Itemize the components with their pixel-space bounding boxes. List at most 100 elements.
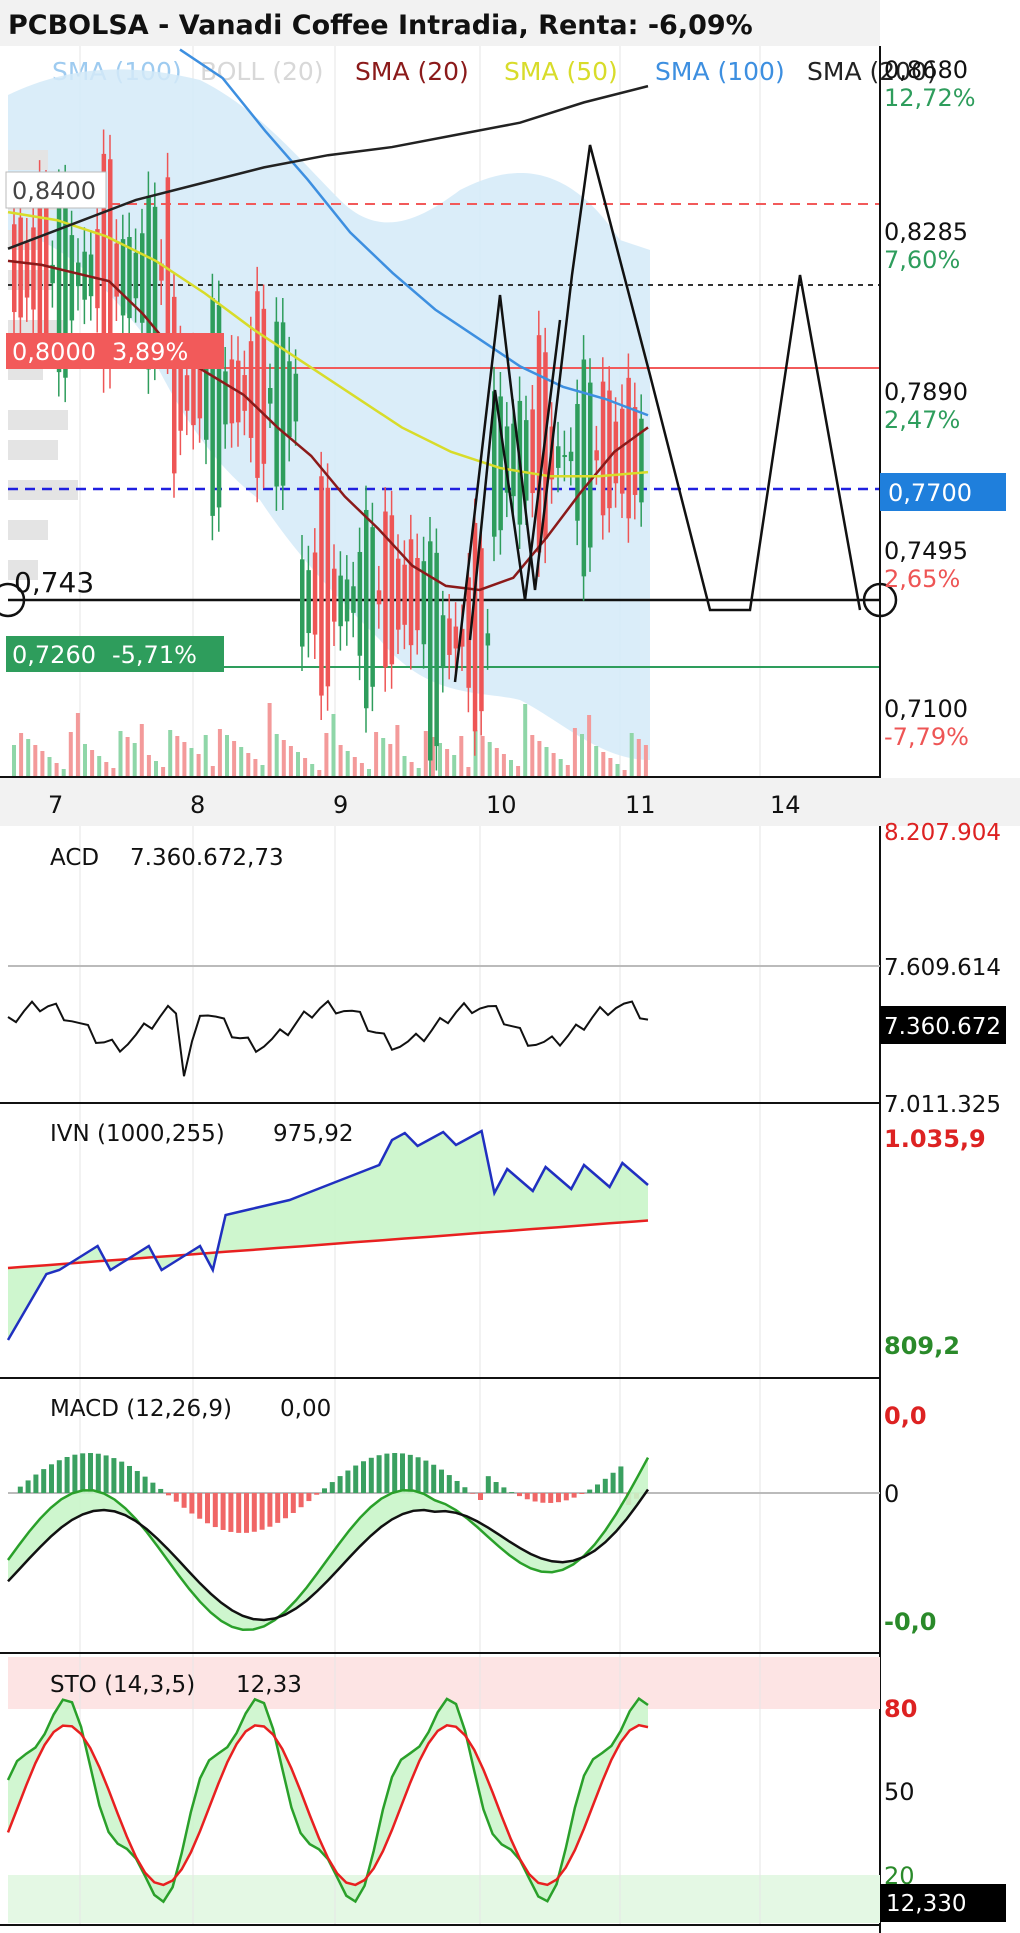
time-axis: 7 8 9 10 11 14	[0, 778, 1020, 826]
volume-bar	[40, 751, 45, 776]
volume-bar	[47, 757, 52, 776]
price-panel[interactable]	[0, 46, 898, 1933]
volume-bar	[260, 765, 265, 776]
volume-bar	[580, 734, 584, 776]
legend-item: BOLL (20)	[200, 57, 324, 86]
volume-bar	[104, 762, 109, 776]
volume-bar	[196, 754, 201, 776]
macd-histogram-bar	[158, 1488, 164, 1493]
volume-bar	[409, 762, 414, 776]
volume-bar	[296, 752, 300, 776]
volume-bar	[374, 732, 379, 776]
macd-histogram-bar	[166, 1493, 171, 1496]
acd-axis-bottom: 7.011.325	[884, 1092, 1001, 1118]
stock-chart[interactable]: PCBOLSA - Vanadi Coffee Intradia, Renta:…	[0, 0, 1020, 1933]
volume-bar	[509, 760, 513, 776]
volume-bar	[253, 759, 258, 776]
volume-bar	[225, 735, 229, 776]
candle-body	[18, 217, 23, 318]
price-axis-value: 0,8680	[884, 56, 968, 84]
volume-bar	[629, 733, 634, 776]
current-price: 0,7700	[888, 479, 972, 507]
candle-body	[69, 235, 75, 321]
volume-bar	[97, 756, 102, 776]
macd-histogram-bar	[119, 1461, 125, 1493]
ivn-fill	[8, 1131, 648, 1340]
volume-bar	[83, 744, 87, 776]
macd-histogram-bar	[407, 1454, 413, 1493]
volume-bar	[438, 743, 442, 776]
candle-body	[184, 375, 190, 411]
macd-label: MACD (12,26,9)	[50, 1396, 232, 1422]
candle-body	[536, 335, 542, 553]
acd-value: 7.360.672,73	[130, 845, 284, 871]
volume-bar	[572, 728, 577, 776]
macd-histogram-bar	[595, 1484, 600, 1493]
time-axis-label: 10	[486, 791, 517, 819]
price-axis-pct: 2,47%	[884, 406, 960, 434]
volume-bar	[61, 769, 66, 776]
macd-histogram-bar	[392, 1453, 398, 1493]
price-axis-value: 0,7100	[884, 695, 968, 723]
macd-histogram-bar	[524, 1493, 530, 1500]
volume-bar	[565, 765, 570, 776]
macd-histogram-bar	[485, 1476, 491, 1493]
macd-histogram-bar	[228, 1493, 234, 1532]
time-axis-label: 7	[48, 791, 63, 819]
candle-body	[325, 487, 331, 687]
macd-histogram-bar	[571, 1493, 577, 1498]
volume-bar	[636, 739, 641, 776]
macd-histogram-bar	[610, 1472, 616, 1493]
volume-bar	[331, 714, 336, 776]
price-axis-pct: -7,79%	[884, 723, 969, 751]
macd-histogram-bar	[103, 1455, 109, 1493]
candle-body	[210, 298, 215, 516]
candle-body	[133, 252, 139, 299]
macd-histogram-bar	[368, 1457, 374, 1493]
macd-histogram-bar	[439, 1469, 444, 1493]
volume-bar	[125, 737, 130, 776]
volume-bar	[608, 758, 613, 776]
volume-bar	[516, 766, 521, 776]
macd-signal-line	[7, 1488, 650, 1622]
macd-histogram-bar	[56, 1460, 62, 1493]
macd-histogram-bar	[454, 1480, 460, 1493]
macd-histogram-bar	[306, 1493, 312, 1502]
candle-body	[530, 409, 535, 494]
macd-axis-top: 0,0	[884, 1402, 927, 1430]
legend-item: SMA (50)	[504, 57, 618, 86]
price-axis-value: 0,8285	[884, 218, 968, 246]
volume-bar	[132, 743, 137, 776]
volume-bar	[423, 731, 428, 776]
volume-bar	[139, 724, 144, 776]
volume-bar	[203, 735, 208, 776]
macd-histogram-bar	[532, 1493, 538, 1502]
macd-histogram-bar	[540, 1493, 546, 1503]
drawn-line-label: 0,743	[14, 566, 94, 599]
candle-body	[120, 239, 126, 316]
macd-histogram-bar	[189, 1493, 195, 1514]
macd-histogram-bar	[470, 1493, 476, 1494]
candle-body	[626, 377, 631, 519]
candle-body	[575, 404, 580, 521]
macd-histogram-bar	[95, 1453, 101, 1493]
volume-bar	[12, 745, 16, 776]
candle-body	[248, 341, 254, 438]
macd-histogram-bar	[361, 1461, 366, 1493]
macd-value: 0,00	[280, 1396, 331, 1422]
ivn-label: IVN (1000,255)	[50, 1121, 225, 1147]
macd-histogram-bar	[275, 1493, 281, 1523]
resistance-label: 0,8000	[12, 338, 96, 366]
macd-histogram-bar	[150, 1482, 156, 1493]
macd-histogram-bar	[251, 1493, 257, 1532]
macd-histogram-bar	[329, 1482, 335, 1493]
candle-body	[197, 365, 203, 419]
macd-histogram-bar	[345, 1470, 351, 1493]
macd-histogram-bar	[181, 1493, 187, 1508]
macd-histogram-bar	[283, 1493, 288, 1519]
candle-body	[344, 579, 350, 622]
time-axis-label: 8	[190, 791, 205, 819]
candle-body	[447, 618, 452, 655]
volume-bar	[182, 742, 187, 776]
volume-bar	[501, 754, 506, 776]
